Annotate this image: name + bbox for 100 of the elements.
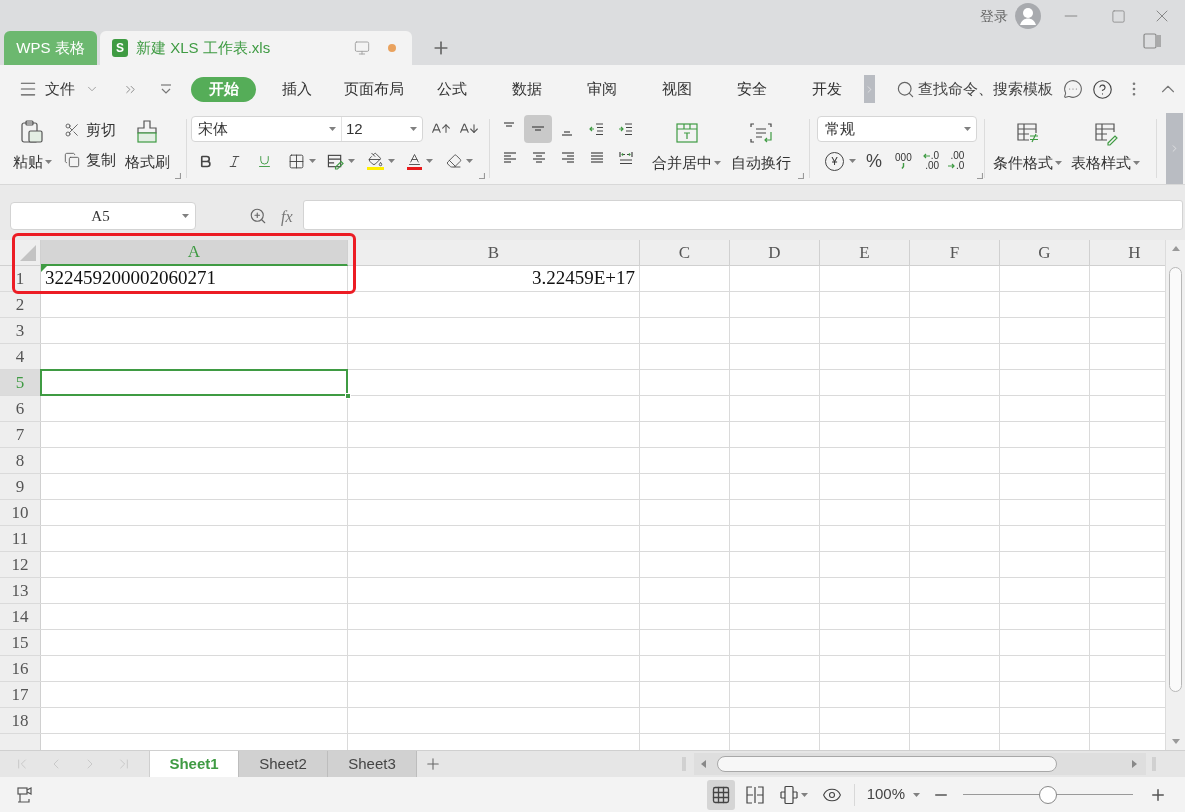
column-header[interactable]: C (640, 240, 730, 266)
row-header[interactable]: 17 (0, 682, 41, 707)
formula-input[interactable] (302, 200, 1183, 230)
scroll-down-icon[interactable] (1171, 739, 1180, 744)
login-link[interactable]: 登录 (980, 5, 1008, 27)
monitor-icon[interactable] (354, 40, 370, 56)
dropdown-caret-icon[interactable] (426, 159, 433, 163)
increase-indent-icon[interactable] (616, 120, 635, 138)
row-header[interactable]: 9 (0, 474, 41, 499)
select-all-corner[interactable] (0, 240, 41, 266)
scroll-left-icon[interactable] (701, 760, 706, 768)
zoom-icon[interactable] (249, 207, 267, 225)
underline-icon[interactable] (257, 153, 272, 169)
name-box[interactable]: A5 (10, 202, 196, 230)
decrease-indent-icon[interactable] (587, 120, 606, 138)
wrap-text-button[interactable]: 自动换行 (731, 115, 791, 184)
dialog-launcher-icon[interactable] (798, 173, 804, 179)
borders-icon[interactable] (288, 152, 305, 170)
dropdown-caret-icon[interactable] (1133, 161, 1140, 166)
table-style-button[interactable]: 表格样式 (1071, 118, 1140, 184)
dropdown-caret-icon[interactable] (714, 161, 721, 166)
search-icon[interactable] (896, 79, 915, 99)
row-header[interactable]: 6 (0, 396, 41, 421)
sheet-tab[interactable]: Sheet3 (328, 751, 417, 777)
thousands-separator[interactable]: 000 (895, 153, 912, 169)
scroll-up-icon[interactable] (1171, 246, 1180, 251)
file-menu[interactable]: 文件 (18, 74, 99, 104)
percent-sign[interactable]: % (866, 152, 882, 170)
ribbon-tab[interactable]: 页面布局 (334, 77, 414, 101)
scroll-thumb[interactable] (1169, 267, 1182, 692)
row-header[interactable]: 12 (0, 552, 41, 577)
row-header[interactable]: 8 (0, 448, 41, 473)
row-header[interactable]: 3 (0, 318, 41, 343)
row-header[interactable]: 14 (0, 604, 41, 629)
italic-icon[interactable] (227, 153, 242, 169)
ribbon-tab[interactable]: 插入 (259, 77, 334, 101)
scroll-thumb[interactable] (717, 756, 1057, 772)
side-panel-icon[interactable] (1143, 32, 1161, 50)
maximize-icon[interactable] (1111, 8, 1126, 24)
paste-button[interactable]: 粘贴 (8, 119, 56, 184)
zoom-slider[interactable] (963, 785, 1133, 804)
scroll-right-icon[interactable] (1132, 760, 1137, 768)
row-header[interactable]: 16 (0, 656, 41, 681)
font-color-icon[interactable] (407, 152, 422, 170)
decrease-decimal[interactable]: .00 .0 (948, 151, 965, 171)
cell-format-icon[interactable] (327, 152, 344, 170)
function-label[interactable]: fx (281, 205, 293, 229)
fill-handle-icon[interactable] (345, 393, 351, 399)
merge-center-button[interactable]: 合并居中 (652, 115, 721, 184)
row-header[interactable]: 15 (0, 630, 41, 655)
horizontal-scrollbar[interactable] (694, 753, 1146, 775)
ribbon-tab[interactable]: 公式 (414, 77, 489, 101)
document-tab[interactable]: S 新建 XLS 工作表.xls (100, 31, 412, 65)
slider-thumb[interactable] (1039, 785, 1057, 804)
dropdown-caret-icon[interactable] (913, 792, 920, 797)
dialog-launcher-icon[interactable] (175, 173, 181, 179)
zoom-level[interactable]: 100% (866, 783, 920, 806)
ribbon-tab[interactable]: 安全 (714, 77, 789, 101)
view-mode-button[interactable] (706, 779, 735, 810)
add-sheet-icon[interactable] (424, 755, 442, 773)
ribbon-tab[interactable]: 审阅 (564, 77, 639, 101)
chat-icon[interactable] (1063, 79, 1083, 99)
column-header[interactable]: G (1000, 240, 1090, 266)
row-header[interactable]: 7 (0, 422, 41, 447)
row-header[interactable]: 13 (0, 578, 41, 603)
camera-document-icon[interactable] (16, 785, 34, 804)
row-header[interactable]: 1 (0, 266, 41, 291)
column-header[interactable]: D (730, 240, 820, 266)
avatar-icon[interactable] (1015, 3, 1041, 29)
dropdown-caret-icon[interactable] (800, 792, 808, 797)
column-header[interactable]: F (910, 240, 1000, 266)
sheet-tab[interactable]: Sheet1 (150, 751, 239, 777)
row-header[interactable]: 4 (0, 344, 41, 369)
dropdown-caret-icon[interactable] (466, 159, 473, 163)
distributed-icon[interactable] (616, 149, 635, 167)
dropdown-caret-icon[interactable] (849, 159, 856, 163)
vertical-align-button[interactable] (524, 115, 552, 143)
search-field[interactable]: 查找命令、搜索模板 (918, 77, 1063, 101)
row-header[interactable]: 2 (0, 292, 41, 317)
dialog-launcher-icon[interactable] (977, 173, 983, 179)
column-header[interactable]: H (1090, 240, 1165, 266)
collapse-icon[interactable] (159, 82, 173, 96)
format-painter-button[interactable]: 格式刷 (122, 119, 172, 184)
bold-icon[interactable] (198, 153, 213, 169)
sheet-tab[interactable]: Sheet2 (239, 751, 328, 777)
ribbon-tab[interactable]: 视图 (639, 77, 714, 101)
column-header[interactable]: B (348, 240, 640, 266)
number-format-field[interactable]: 常规 (817, 116, 977, 142)
dialog-launcher-icon[interactable] (479, 173, 485, 179)
row-header[interactable]: 10 (0, 500, 41, 525)
cut-button[interactable]: 剪切 (64, 120, 116, 140)
increase-decimal[interactable]: .0 .00 (922, 151, 940, 171)
copy-button[interactable]: 复制 (64, 150, 116, 170)
ribbon-tab[interactable]: 开发 (789, 77, 864, 101)
dropdown-caret-icon[interactable] (309, 159, 316, 163)
dropdown-caret-icon[interactable] (1055, 161, 1062, 166)
row-header[interactable]: 18 (0, 708, 41, 733)
dropdown-caret-icon[interactable] (964, 127, 971, 131)
dropdown-caret-icon[interactable] (348, 159, 355, 163)
help-icon[interactable] (1092, 78, 1113, 100)
